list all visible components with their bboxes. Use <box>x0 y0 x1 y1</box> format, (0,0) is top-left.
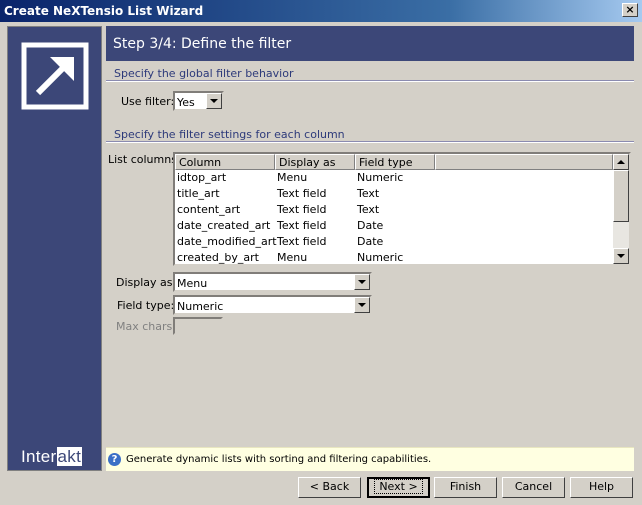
scroll-thumb[interactable] <box>613 170 629 222</box>
scroll-up-icon[interactable] <box>613 154 629 170</box>
cancel-button[interactable]: Cancel <box>502 477 565 498</box>
interakt-logo: Interakt <box>21 447 83 466</box>
cell-column: date_created_art <box>177 219 271 232</box>
display-as-value: Menu <box>177 277 208 290</box>
section-heading: Specify the filter settings for each col… <box>114 128 345 141</box>
vertical-scrollbar[interactable] <box>613 154 629 264</box>
chevron-down-icon[interactable] <box>354 297 370 313</box>
cell-column: date_modified_art <box>177 235 277 248</box>
column-header-display-as[interactable]: Display as <box>275 154 355 170</box>
window-titlebar: Create NeXTensio List Wizard × <box>0 0 642 22</box>
brand-part1: Inter <box>21 447 57 466</box>
field-type-value: Numeric <box>177 300 224 313</box>
cell-column: content_art <box>177 203 241 216</box>
column-filter-section: Specify the filter settings for each col… <box>106 128 634 143</box>
cell-display-as: Menu <box>277 251 308 264</box>
table-row[interactable]: title_art Text field Text <box>175 186 613 202</box>
help-button[interactable]: Help <box>570 477 633 498</box>
table-row[interactable]: date_created_art Text field Date <box>175 218 613 234</box>
chevron-down-icon[interactable] <box>206 93 222 109</box>
close-button[interactable]: × <box>622 3 638 17</box>
display-as-select[interactable]: Menu <box>173 272 372 292</box>
column-header-column[interactable]: Column <box>175 154 275 170</box>
next-button-label: Next > <box>374 479 423 494</box>
global-filter-section: Specify the global filter behavior <box>106 67 634 82</box>
arrow-logo-icon <box>21 42 89 110</box>
display-as-label: Display as: <box>116 276 177 289</box>
table-row[interactable]: idtop_art Menu Numeric <box>175 170 613 186</box>
list-columns-label: List columns: <box>108 153 181 166</box>
cell-display-as: Text field <box>277 203 327 216</box>
use-filter-label: Use filter: <box>121 95 175 108</box>
info-text: Generate dynamic lists with sorting and … <box>126 454 432 465</box>
section-heading: Specify the global filter behavior <box>114 67 294 80</box>
table-row[interactable]: created_by_art Menu Numeric <box>175 250 613 264</box>
window-title: Create NeXTensio List Wizard <box>4 4 204 18</box>
use-filter-value: Yes <box>177 96 195 109</box>
back-button[interactable]: < Back <box>298 477 361 498</box>
listview-header: Column Display as Field type <box>175 154 613 170</box>
column-header-filler <box>435 154 613 170</box>
columns-listview[interactable]: Column Display as Field type idtop_art M… <box>173 152 631 266</box>
cell-display-as: Text field <box>277 219 327 232</box>
scroll-down-icon[interactable] <box>613 248 629 264</box>
max-chars-input[interactable] <box>173 317 223 335</box>
cell-display-as: Text field <box>277 235 327 248</box>
cell-field-type: Numeric <box>357 171 404 184</box>
cell-display-as: Text field <box>277 187 327 200</box>
next-button[interactable]: Next > <box>367 477 430 498</box>
cell-field-type: Numeric <box>357 251 404 264</box>
cell-field-type: Text <box>357 187 380 200</box>
max-chars-label: Max chars: <box>116 320 176 333</box>
use-filter-select[interactable]: Yes <box>173 91 224 111</box>
cell-display-as: Menu <box>277 171 308 184</box>
cell-field-type: Date <box>357 219 384 232</box>
finish-button[interactable]: Finish <box>434 477 497 498</box>
step-header: Step 3/4: Define the filter <box>106 26 634 61</box>
page-title: Step 3/4: Define the filter <box>113 36 292 52</box>
table-row[interactable]: date_modified_art Text field Date <box>175 234 613 250</box>
table-row[interactable]: content_art Text field Text <box>175 202 613 218</box>
cell-field-type: Date <box>357 235 384 248</box>
cell-column: created_by_art <box>177 251 259 264</box>
chevron-down-icon[interactable] <box>354 274 370 290</box>
sidebar-panel: Interakt <box>7 26 102 471</box>
cell-column: idtop_art <box>177 171 227 184</box>
brand-part2: akt <box>56 447 83 466</box>
field-type-label: Field type: <box>117 299 175 312</box>
info-bar: ? Generate dynamic lists with sorting an… <box>106 447 634 471</box>
cell-column: title_art <box>177 187 220 200</box>
column-header-field-type[interactable]: Field type <box>355 154 435 170</box>
field-type-select[interactable]: Numeric <box>173 295 372 315</box>
question-icon: ? <box>108 453 121 466</box>
cell-field-type: Text <box>357 203 380 216</box>
